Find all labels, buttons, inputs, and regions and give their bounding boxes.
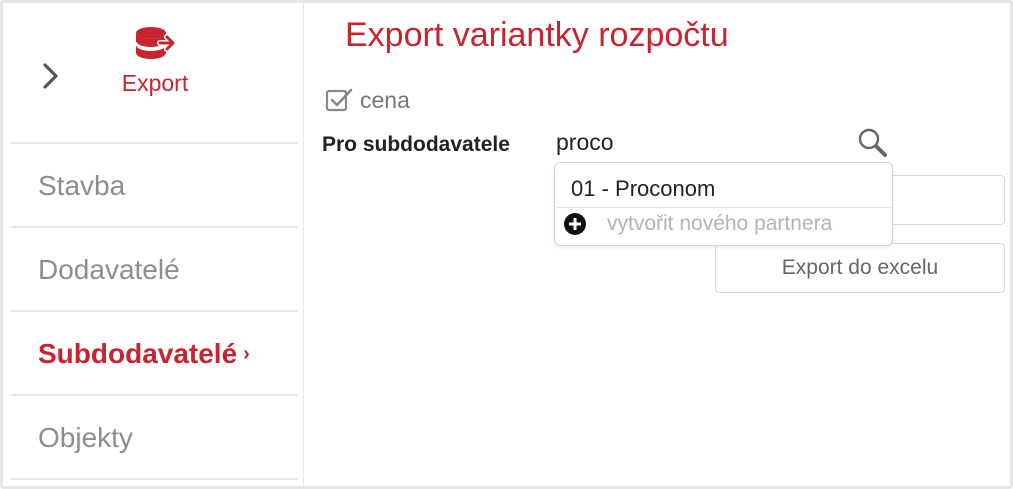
checkbox-checked-icon	[325, 88, 353, 112]
subcontractor-field-label: Pro subdodavatele	[322, 133, 510, 156]
sidebar-item-subdodavatele[interactable]: Subdodavatelé ›	[38, 338, 250, 370]
autocomplete-dropdown: 01 - Proconom vytvořit nového partnera	[554, 162, 893, 246]
divider	[556, 207, 891, 208]
divider	[11, 142, 298, 144]
divider	[11, 478, 298, 480]
sidebar-item-objekty[interactable]: Objekty	[38, 422, 133, 454]
page-title: Export variantky rozpočtu	[345, 16, 729, 54]
subcontractor-search-input[interactable]	[553, 124, 897, 160]
chevron-right-icon: ›	[243, 343, 250, 365]
price-checkbox[interactable]: cena	[324, 86, 410, 114]
sidebar-item-dodavatele[interactable]: Dodavatelé	[38, 254, 180, 286]
database-export-icon	[134, 27, 176, 62]
divider	[11, 310, 298, 312]
sidebar: Export Stavba Dodavatelé Subdodavatelé › …	[3, 3, 304, 486]
export-nav-button[interactable]: Export	[113, 25, 197, 97]
export-excel-button[interactable]: Export do excelu	[715, 243, 1005, 293]
divider	[11, 394, 298, 396]
export-label: Export	[121, 70, 189, 96]
create-partner-label: vytvořit nového partnera	[607, 212, 833, 235]
sidebar-item-stavba[interactable]: Stavba	[38, 170, 125, 202]
divider	[11, 226, 298, 228]
search-icon[interactable]	[856, 126, 888, 158]
chevron-right-icon[interactable]	[39, 61, 63, 91]
dropdown-option[interactable]: 01 - Proconom	[571, 176, 715, 202]
plus-circle-icon	[564, 213, 586, 235]
create-partner-option[interactable]: vytvořit nového partnera	[563, 212, 832, 236]
checkbox-label: cena	[360, 86, 410, 113]
sidebar-item-label: Subdodavatelé	[38, 338, 238, 369]
